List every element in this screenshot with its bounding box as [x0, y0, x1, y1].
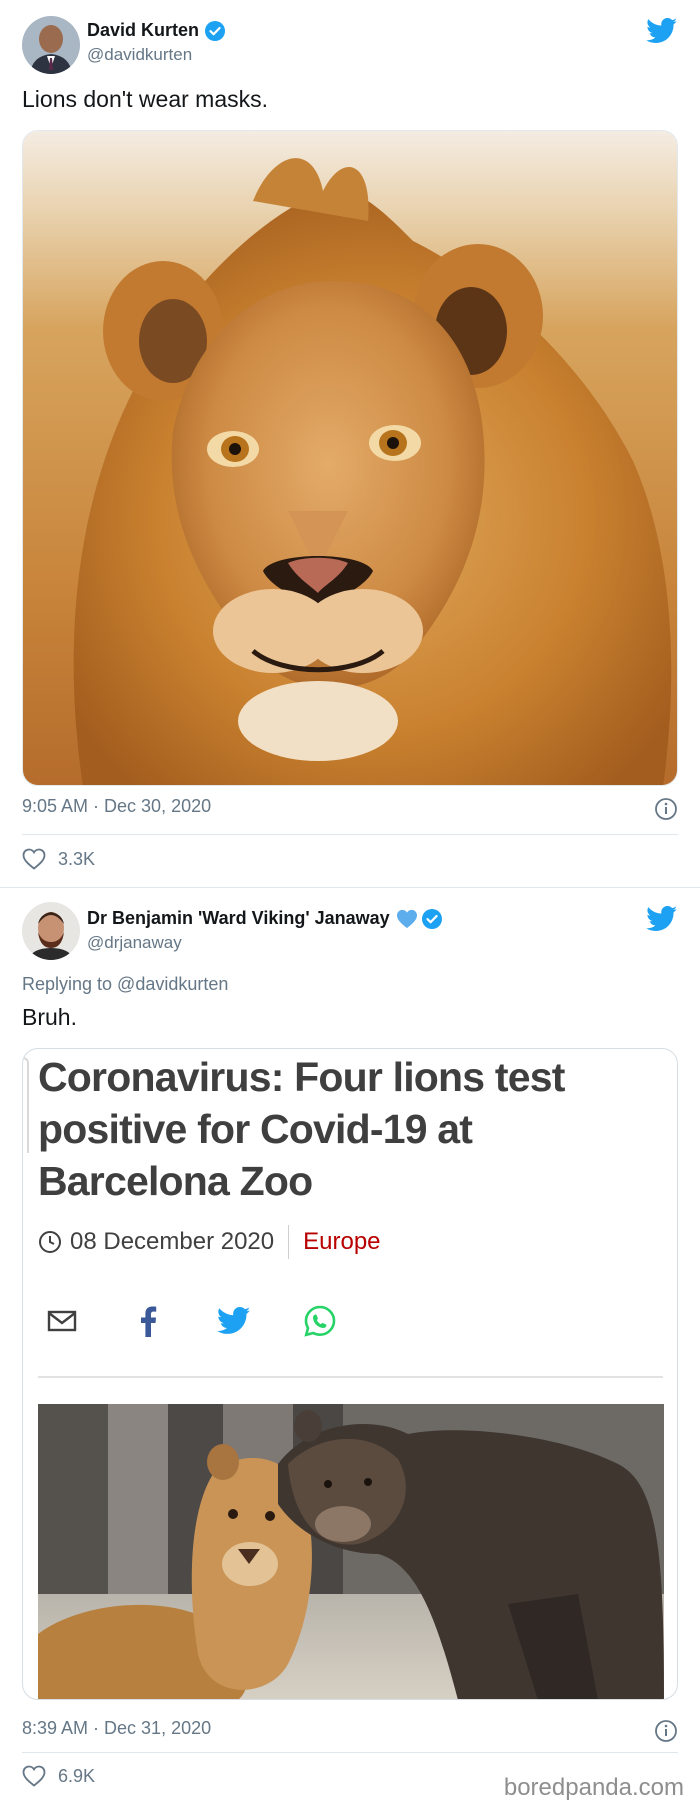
card-divider [38, 1376, 663, 1378]
article-meta: 08 December 2020 Europe [38, 1225, 381, 1259]
twitter-share-icon[interactable] [217, 1304, 251, 1338]
article-section: Europe [303, 1228, 381, 1255]
info-icon[interactable] [654, 797, 678, 821]
email-icon[interactable] [45, 1304, 79, 1338]
tweet-divider [22, 834, 678, 835]
tweet-timestamp[interactable]: 8:39 AM · Dec 31, 2020 [22, 1718, 211, 1739]
watermark: boredpanda.com [503, 1774, 684, 1801]
tweet-text: Bruh. [22, 1004, 77, 1030]
twitter-bird-icon[interactable] [646, 906, 678, 932]
avatar[interactable] [22, 902, 80, 960]
blue-heart-icon [396, 909, 417, 929]
author-row: David Kurten [87, 20, 226, 41]
whatsapp-icon[interactable] [303, 1304, 337, 1338]
share-row [45, 1304, 337, 1338]
author-name[interactable]: Dr Benjamin 'Ward Viking' Janaway [87, 908, 390, 929]
like-count: 6.9K [58, 1765, 96, 1786]
author-name[interactable]: David Kurten [87, 20, 199, 41]
tweet-timestamp[interactable]: 9:05 AM · Dec 30, 2020 [22, 796, 211, 817]
facebook-icon[interactable] [131, 1304, 165, 1338]
info-icon[interactable] [654, 1719, 678, 1743]
author-handle[interactable]: @drjanaway [87, 933, 182, 953]
tweet-text: Lions don't wear masks. [22, 86, 269, 112]
tweet-divider [22, 1752, 678, 1753]
tweet-photo-lion[interactable] [22, 130, 678, 786]
article-card[interactable]: Coronavirus: Four lions test positive fo… [22, 1048, 678, 1700]
heart-icon [22, 848, 46, 870]
tweet-david-kurten: David Kurten @davidkurten Lions don't we… [0, 0, 700, 888]
replying-to[interactable]: Replying to @davidkurten [22, 974, 228, 995]
clock-icon [39, 1231, 61, 1253]
verified-badge-icon [421, 908, 442, 929]
heart-icon [22, 1765, 46, 1787]
twitter-bird-icon[interactable] [646, 18, 678, 44]
author-handle[interactable]: @davidkurten [87, 45, 192, 65]
card-accent-bar [23, 1057, 29, 1153]
verified-badge-icon [205, 20, 226, 41]
tweet-janaway: Dr Benjamin 'Ward Viking' Janaway @drjan… [0, 888, 700, 1806]
author-row: Dr Benjamin 'Ward Viking' Janaway [87, 908, 442, 929]
like-count: 3.3K [58, 848, 96, 869]
article-photo-lionesses[interactable] [38, 1404, 664, 1699]
like-button[interactable]: 6.9K [22, 1765, 95, 1787]
article-headline: Coronavirus: Four lions test positive fo… [38, 1054, 565, 1204]
avatar[interactable] [22, 16, 80, 74]
like-button[interactable]: 3.3K [22, 848, 95, 870]
article-date: 08 December 2020 [70, 1228, 275, 1255]
meta-divider [288, 1225, 290, 1259]
